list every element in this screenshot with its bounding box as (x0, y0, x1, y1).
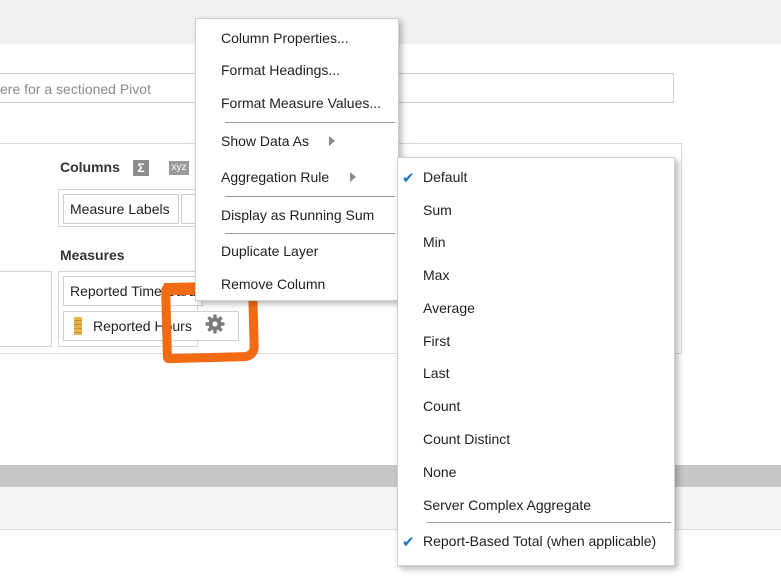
column-context-menu: Column Properties... Format Headings... … (195, 18, 399, 301)
column-chip-measure-labels[interactable]: Measure Labels (63, 194, 179, 224)
submenu-arrow-icon (350, 172, 356, 182)
menu-item-label: Min (423, 234, 446, 250)
measures-section-title: Measures (60, 247, 125, 263)
menu-item-label: Default (423, 169, 468, 185)
measure-ruler-icon (74, 317, 82, 335)
menu-item-label: Report-Based Total (when applicable) (423, 533, 657, 549)
aggregation-rule-submenu: ✔ Default Sum Min Max Average First Last… (397, 157, 675, 566)
columns-section-title: Columns (60, 159, 120, 175)
menu-item-label: Remove Column (221, 276, 326, 292)
menu-item-label: Duplicate Layer (221, 243, 319, 259)
menu-separator (225, 233, 395, 234)
menu-item-label: Show Data As (221, 133, 309, 149)
menu-item-label: Aggregation Rule (221, 169, 330, 185)
menu-item-label: Last (423, 365, 450, 381)
menu-item-label: Sum (423, 202, 452, 218)
submenu-arrow-icon (329, 136, 335, 146)
menu-item-label: Max (423, 267, 450, 283)
menu-item-label: Average (423, 300, 475, 316)
menu-item-label: First (423, 333, 451, 349)
check-icon: ✔ (402, 534, 415, 551)
menu-item-label: Count Distinct (423, 431, 511, 447)
menu-item-label: Count (423, 398, 461, 414)
menu-item-label: Display as Running Sum (221, 207, 375, 223)
menu-separator (427, 522, 671, 523)
totals-sigma-icon[interactable]: Σ (133, 160, 149, 176)
menu-separator (225, 122, 395, 123)
check-icon: ✔ (402, 170, 415, 187)
menu-item-label: None (423, 464, 457, 480)
menu-separator (225, 196, 395, 197)
menu-item-label: Server Complex Aggregate (423, 497, 592, 513)
drop-target-placeholder: ere for a sectioned Pivot (0, 81, 151, 97)
menu-item-label: Column Properties... (221, 30, 349, 46)
menu-item-label: Format Measure Values... (221, 95, 382, 111)
menu-item-label: Format Headings... (221, 62, 341, 78)
column-sort-xyz-icon[interactable]: xyz (169, 161, 189, 175)
rows-well[interactable] (0, 271, 52, 347)
